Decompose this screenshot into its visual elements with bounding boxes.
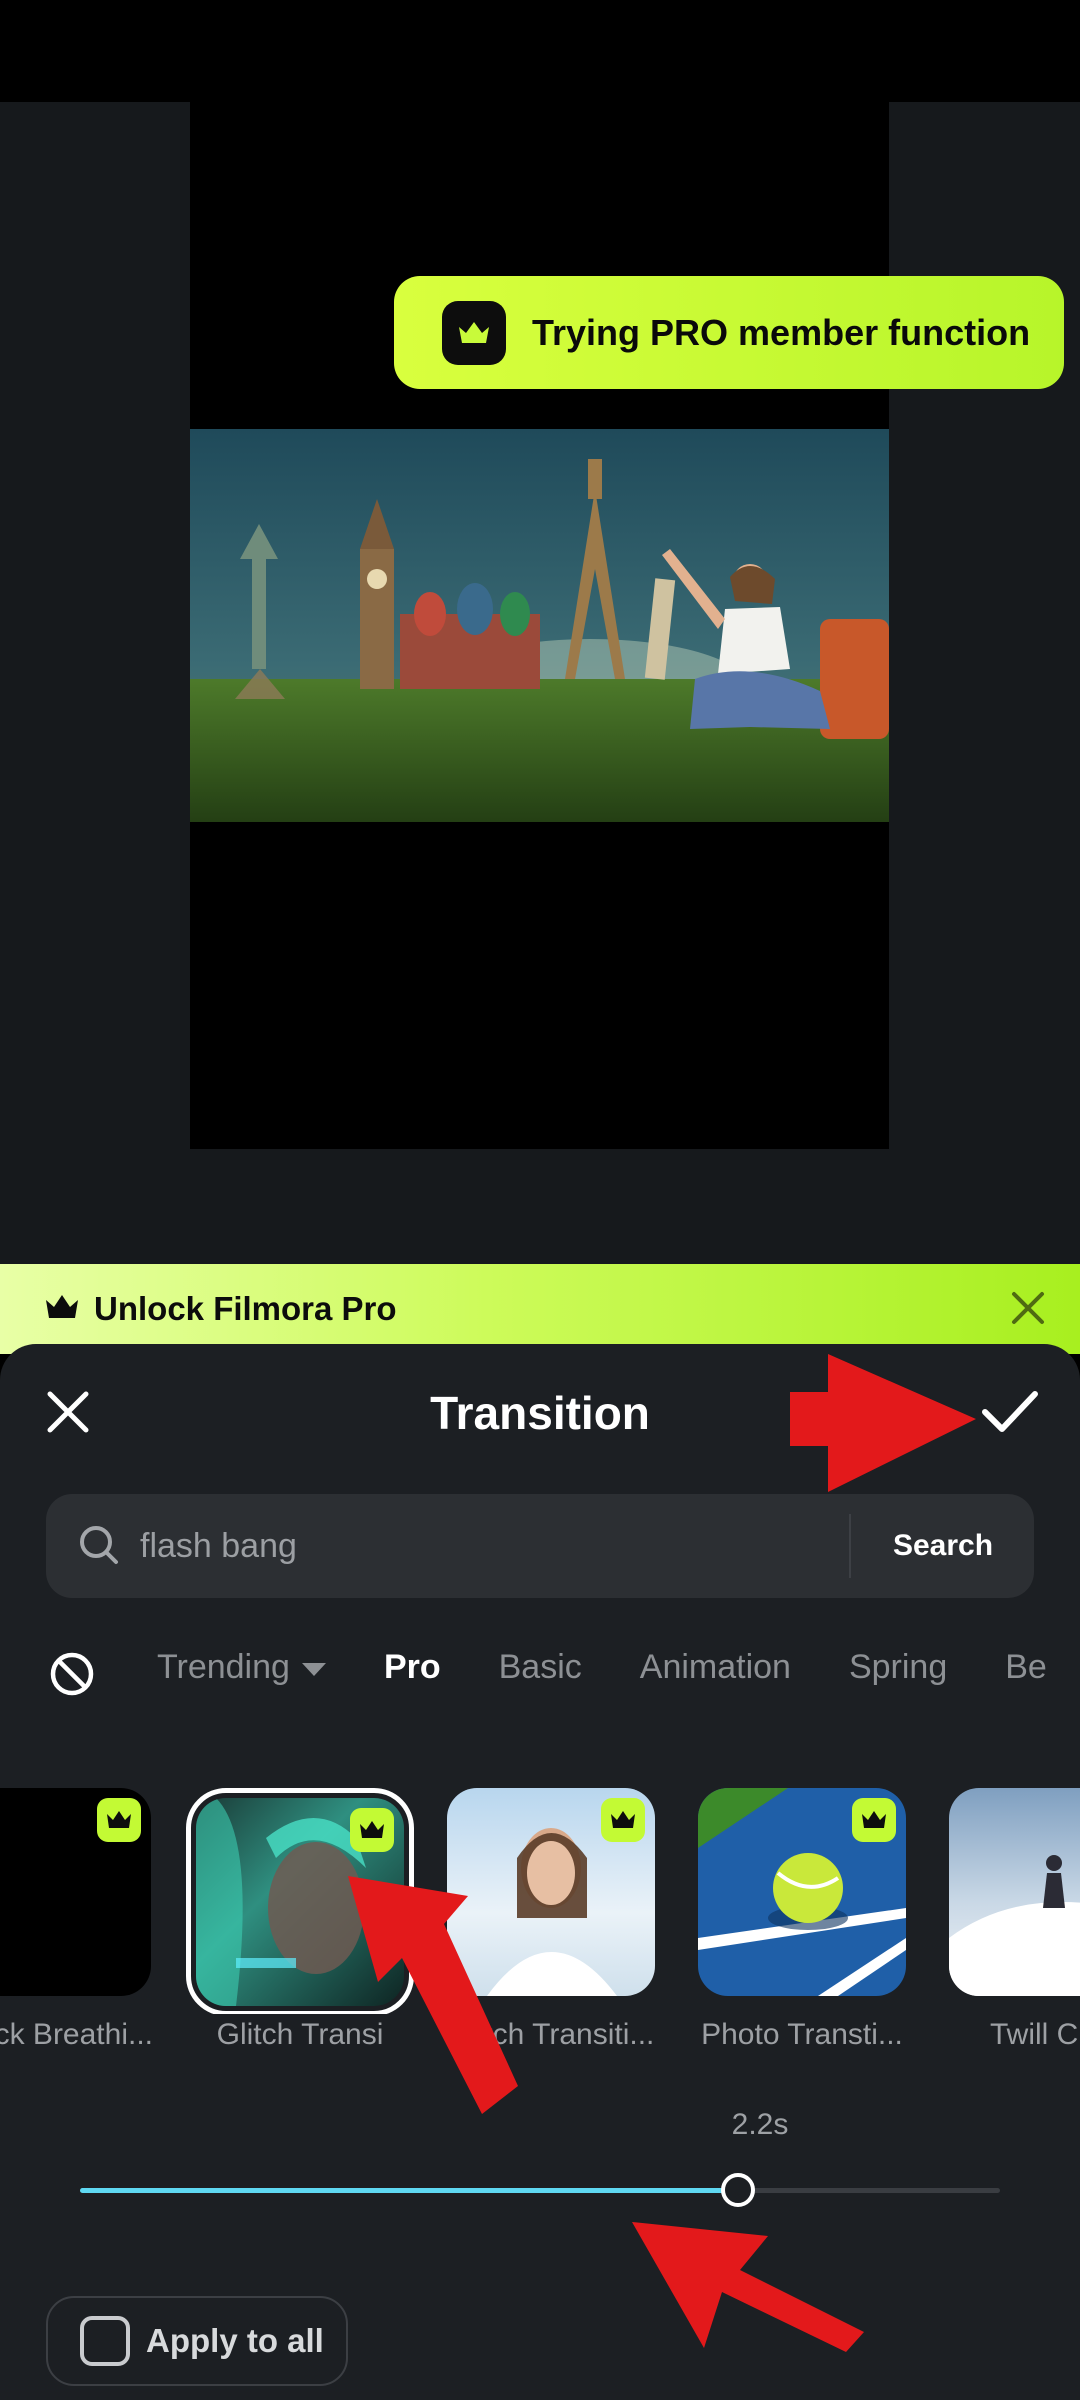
preview-area: Trying PRO member function (0, 102, 1080, 1336)
category-tabs: Trending Pro Basic Animation Spring Be (157, 1648, 1080, 1687)
transition-labels: ck Breathi... Glitch Transi Glitch Trans… (0, 2018, 1080, 2078)
transition-label: Twill C (990, 2018, 1079, 2051)
tab-more[interactable]: Be (1005, 1648, 1047, 1687)
video-preview[interactable]: Trying PRO member function (190, 102, 1064, 1149)
duration-slider[interactable] (80, 2173, 1000, 2207)
transition-panel: Transition Search Trending Pro Basic Ani… (0, 1344, 1080, 2400)
crown-icon (350, 1808, 394, 1852)
crown-icon (97, 1798, 141, 1842)
search-icon (78, 1524, 120, 1566)
tab-basic[interactable]: Basic (499, 1648, 582, 1687)
search-bar: Search (46, 1494, 1034, 1598)
transition-thumbnail[interactable] (0, 1788, 151, 1996)
search-button[interactable]: Search (852, 1494, 1034, 1598)
apply-to-all-toggle[interactable]: Apply to all (46, 2296, 348, 2386)
status-bar (0, 0, 1080, 102)
crown-icon (442, 300, 506, 365)
tab-animation[interactable]: Animation (640, 1648, 791, 1687)
transition-label: Glitch Transi (216, 2018, 384, 2051)
pro-trial-toast: Trying PRO member function (394, 276, 1064, 389)
no-transition-icon[interactable] (48, 1650, 96, 1698)
slider-fill (80, 2188, 738, 2193)
toast-text: Trying PRO member function (532, 311, 1031, 353)
transition-thumbnail[interactable] (698, 1788, 906, 1996)
transition-thumbnail[interactable] (949, 1788, 1080, 1996)
crown-icon (44, 1292, 80, 1327)
transition-label: Photo Transti... (701, 2018, 903, 2051)
tab-pro[interactable]: Pro (384, 1648, 441, 1687)
close-icon[interactable] (1008, 1288, 1048, 1328)
panel-title: Transition (430, 1387, 650, 1439)
transition-thumbnail-selected[interactable] (186, 1788, 414, 2014)
transition-label: ck Breathi... (0, 2018, 153, 2051)
slider-handle[interactable] (720, 2173, 755, 2207)
apply-to-all-label: Apply to all (146, 2322, 324, 2359)
search-input[interactable] (140, 1518, 760, 1574)
tab-spring[interactable]: Spring (849, 1648, 947, 1687)
tab-trending[interactable]: Trending (157, 1648, 326, 1687)
search-divider (849, 1514, 851, 1578)
video-frame-image (190, 429, 889, 822)
crown-icon (852, 1798, 896, 1842)
unlock-pro-text: Unlock Filmora Pro (94, 1290, 397, 1327)
checkbox[interactable] (80, 2316, 130, 2366)
transition-label: Glitch Transiti... (447, 2018, 655, 2051)
transition-list (0, 1784, 1080, 2014)
chevron-down-icon (301, 1662, 326, 1676)
checkmark-icon[interactable] (980, 1386, 1040, 1438)
unlock-pro-banner[interactable]: Unlock Filmora Pro (0, 1264, 1080, 1354)
duration-value: 2.2s (731, 2108, 789, 2141)
crown-icon (601, 1798, 645, 1842)
transition-thumbnail[interactable] (447, 1788, 655, 1996)
